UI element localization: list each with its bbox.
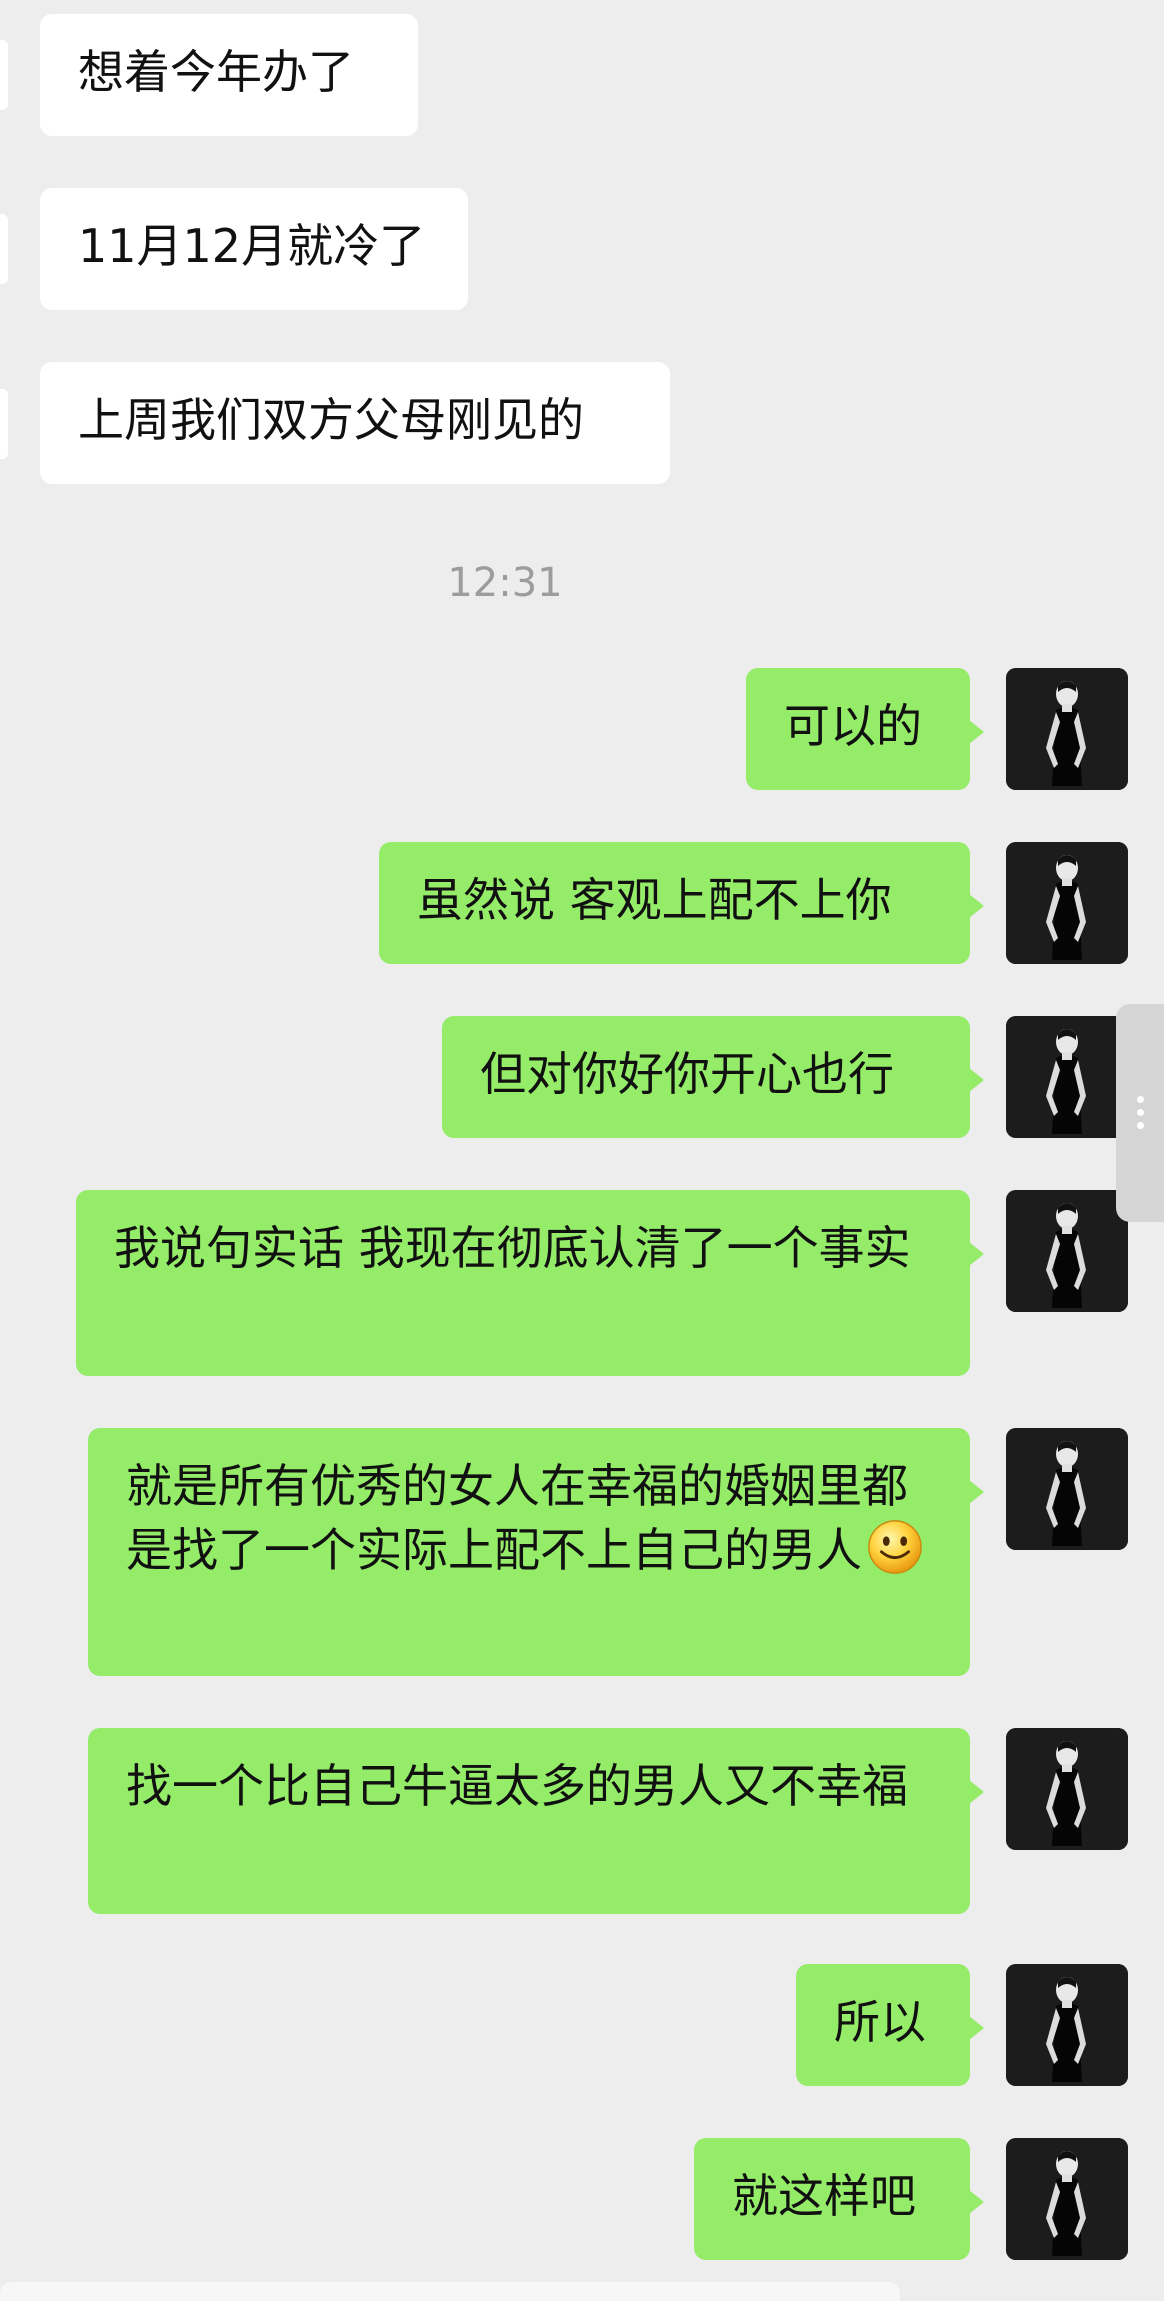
- message-text: 所以: [834, 1995, 926, 2049]
- message-timestamp: 12:31: [447, 560, 563, 606]
- message-text: 虽然说 客观上配不上你: [417, 873, 892, 927]
- message-bubble-incoming[interactable]: 11月12月就冷了: [40, 188, 468, 310]
- message-bubble-outgoing[interactable]: 虽然说 客观上配不上你: [379, 842, 984, 964]
- avatar-photo-icon: [1006, 1964, 1128, 2086]
- user-avatar[interactable]: [1006, 1190, 1128, 1312]
- user-avatar[interactable]: [1006, 1964, 1128, 2086]
- message-text: 但对你好你开心也行: [480, 1047, 894, 1101]
- input-bar-edge: [0, 2282, 900, 2301]
- user-avatar[interactable]: [1006, 1016, 1128, 1138]
- message-bubble-outgoing[interactable]: 找一个比自己牛逼太多的男人又不幸福: [88, 1728, 984, 1914]
- avatar-photo-icon: [1006, 1428, 1128, 1550]
- avatar-photo-icon: [1006, 1190, 1128, 1312]
- message-bubble-outgoing[interactable]: 我说句实话 我现在彻底认清了一个事实: [76, 1190, 984, 1376]
- message-text: 就是所有优秀的女人在幸福的婚姻里都是找了一个实际上配不上自己的男人: [126, 1459, 908, 1577]
- smiling-face-emoji: [868, 1520, 922, 1574]
- sender-avatar-edge: [0, 40, 8, 110]
- avatar-photo-icon: [1006, 1016, 1128, 1138]
- message-bubble-incoming[interactable]: 想着今年办了: [40, 14, 418, 136]
- message-text: 就这样吧: [732, 2169, 916, 2223]
- user-avatar[interactable]: [1006, 842, 1128, 964]
- user-avatar[interactable]: [1006, 2138, 1128, 2260]
- message-bubble-outgoing[interactable]: 但对你好你开心也行: [442, 1016, 984, 1138]
- avatar-photo-icon: [1006, 1728, 1128, 1850]
- message-bubble-outgoing[interactable]: 就这样吧: [694, 2138, 984, 2260]
- handle-dot: [1137, 1109, 1144, 1116]
- scroll-handle-icon[interactable]: [1116, 1004, 1164, 1222]
- user-avatar[interactable]: [1006, 1428, 1128, 1550]
- message-text: 想着今年办了: [78, 45, 354, 99]
- sender-avatar-edge: [0, 389, 8, 459]
- avatar-photo-icon: [1006, 2138, 1128, 2260]
- message-text: 上周我们双方父母刚见的: [78, 393, 584, 447]
- message-bubble-incoming[interactable]: 上周我们双方父母刚见的: [40, 362, 670, 484]
- message-text: 找一个比自己牛逼太多的男人又不幸福: [126, 1759, 908, 1813]
- handle-dot: [1137, 1122, 1144, 1129]
- handle-dot: [1137, 1096, 1144, 1103]
- message-text: 11月12月就冷了: [78, 219, 426, 273]
- message-text: 我说句实话 我现在彻底认清了一个事实: [114, 1221, 911, 1275]
- avatar-photo-icon: [1006, 668, 1128, 790]
- user-avatar[interactable]: [1006, 668, 1128, 790]
- user-avatar[interactable]: [1006, 1728, 1128, 1850]
- message-bubble-outgoing[interactable]: 所以: [796, 1964, 984, 2086]
- avatar-photo-icon: [1006, 842, 1128, 964]
- message-text: 可以的: [784, 699, 922, 753]
- chat-area[interactable]: 想着今年办了 11月12月就冷了 上周我们双方父母刚见的 12:31 可以的 虽…: [0, 0, 1164, 2301]
- sender-avatar-edge: [0, 214, 8, 284]
- message-bubble-outgoing[interactable]: 就是所有优秀的女人在幸福的婚姻里都是找了一个实际上配不上自己的男人: [88, 1428, 984, 1676]
- message-bubble-outgoing[interactable]: 可以的: [746, 668, 984, 790]
